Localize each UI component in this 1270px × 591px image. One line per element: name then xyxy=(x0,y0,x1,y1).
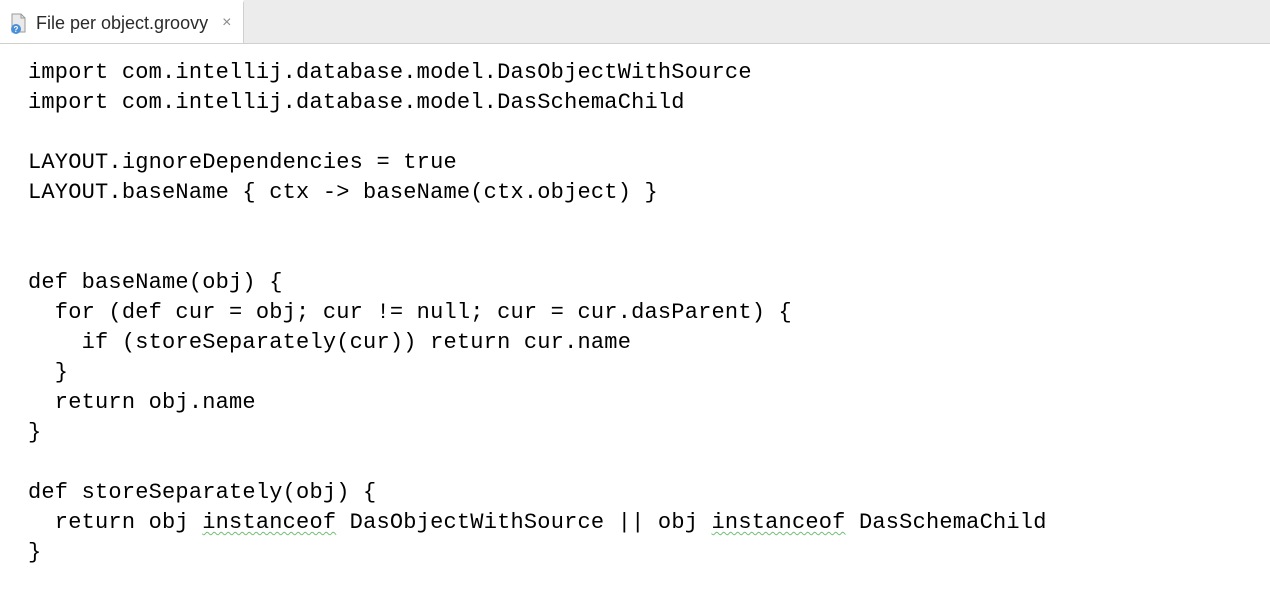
code-line: import com.intellij.database.model.DasSc… xyxy=(28,90,685,115)
code-line: import com.intellij.database.model.DasOb… xyxy=(28,60,752,85)
tab-bar: ? File per object.groovy × xyxy=(0,0,1270,44)
code-line: for (def cur = obj; cur != null; cur = c… xyxy=(28,300,792,325)
tab-filename: File per object.groovy xyxy=(36,13,208,34)
code-line: def baseName(obj) { xyxy=(28,270,283,295)
code-line: return obj.name xyxy=(28,390,256,415)
code-line: LAYOUT.baseName { ctx -> baseName(ctx.ob… xyxy=(28,180,658,205)
file-icon: ? xyxy=(8,12,30,34)
close-icon[interactable]: × xyxy=(220,13,233,33)
code-line: def storeSeparately(obj) { xyxy=(28,480,376,505)
code-line: } xyxy=(28,360,68,385)
code-line: if (storeSeparately(cur)) return cur.nam… xyxy=(28,330,631,355)
code-line: LAYOUT.ignoreDependencies = true xyxy=(28,150,457,175)
code-line: } xyxy=(28,540,41,565)
code-line: return obj instanceof DasObjectWithSourc… xyxy=(28,510,1047,535)
code-line: } xyxy=(28,420,41,445)
svg-text:?: ? xyxy=(14,25,19,34)
editor-tab[interactable]: ? File per object.groovy × xyxy=(0,0,244,43)
code-editor[interactable]: import com.intellij.database.model.DasOb… xyxy=(0,44,1270,568)
